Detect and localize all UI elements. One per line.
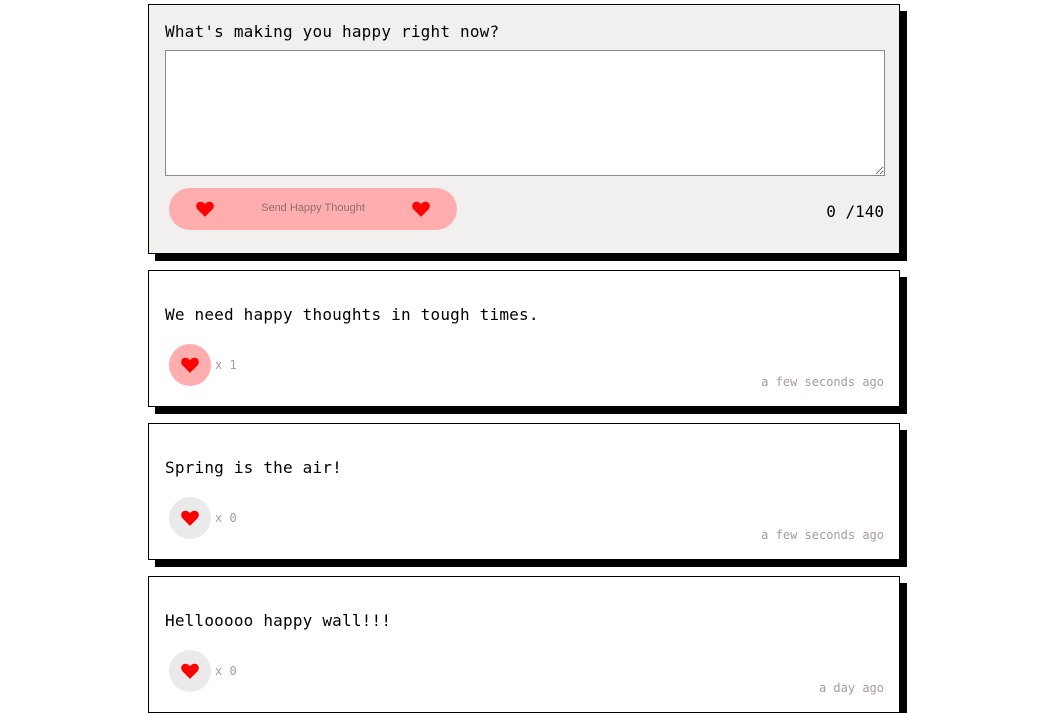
thought-card: Hellooooo happy wall!!! x 0 a day ago [148,576,900,713]
like-count: x 0 [215,511,237,525]
heart-icon [181,510,199,526]
heart-icon [412,201,430,217]
thought-message: Hellooooo happy wall!!! [165,611,392,630]
timestamp: a day ago [818,681,884,695]
like-count: x 1 [215,358,237,372]
like-count: x 0 [215,664,237,678]
thought-message: We need happy thoughts in tough times. [165,305,539,324]
thought-input[interactable] [165,50,885,176]
form-title: What's making you happy right now? [165,22,500,41]
character-counter: 0 /140 [826,202,884,221]
send-happy-thought-button[interactable]: Send Happy Thought [169,188,457,230]
heart-icon [181,663,199,679]
heart-icon [181,357,199,373]
happy-thought-form: What's making you happy right now? Send … [148,4,900,254]
like-button[interactable] [169,344,211,386]
thought-message: Spring is the air! [165,458,342,477]
timestamp: a few seconds ago [761,528,884,542]
thought-card: We need happy thoughts in tough times. x… [148,270,900,407]
like-button[interactable] [169,497,211,539]
like-button[interactable] [169,650,211,692]
timestamp: a few seconds ago [761,375,884,389]
thought-card: Spring is the air! x 0 a few seconds ago [148,423,900,560]
